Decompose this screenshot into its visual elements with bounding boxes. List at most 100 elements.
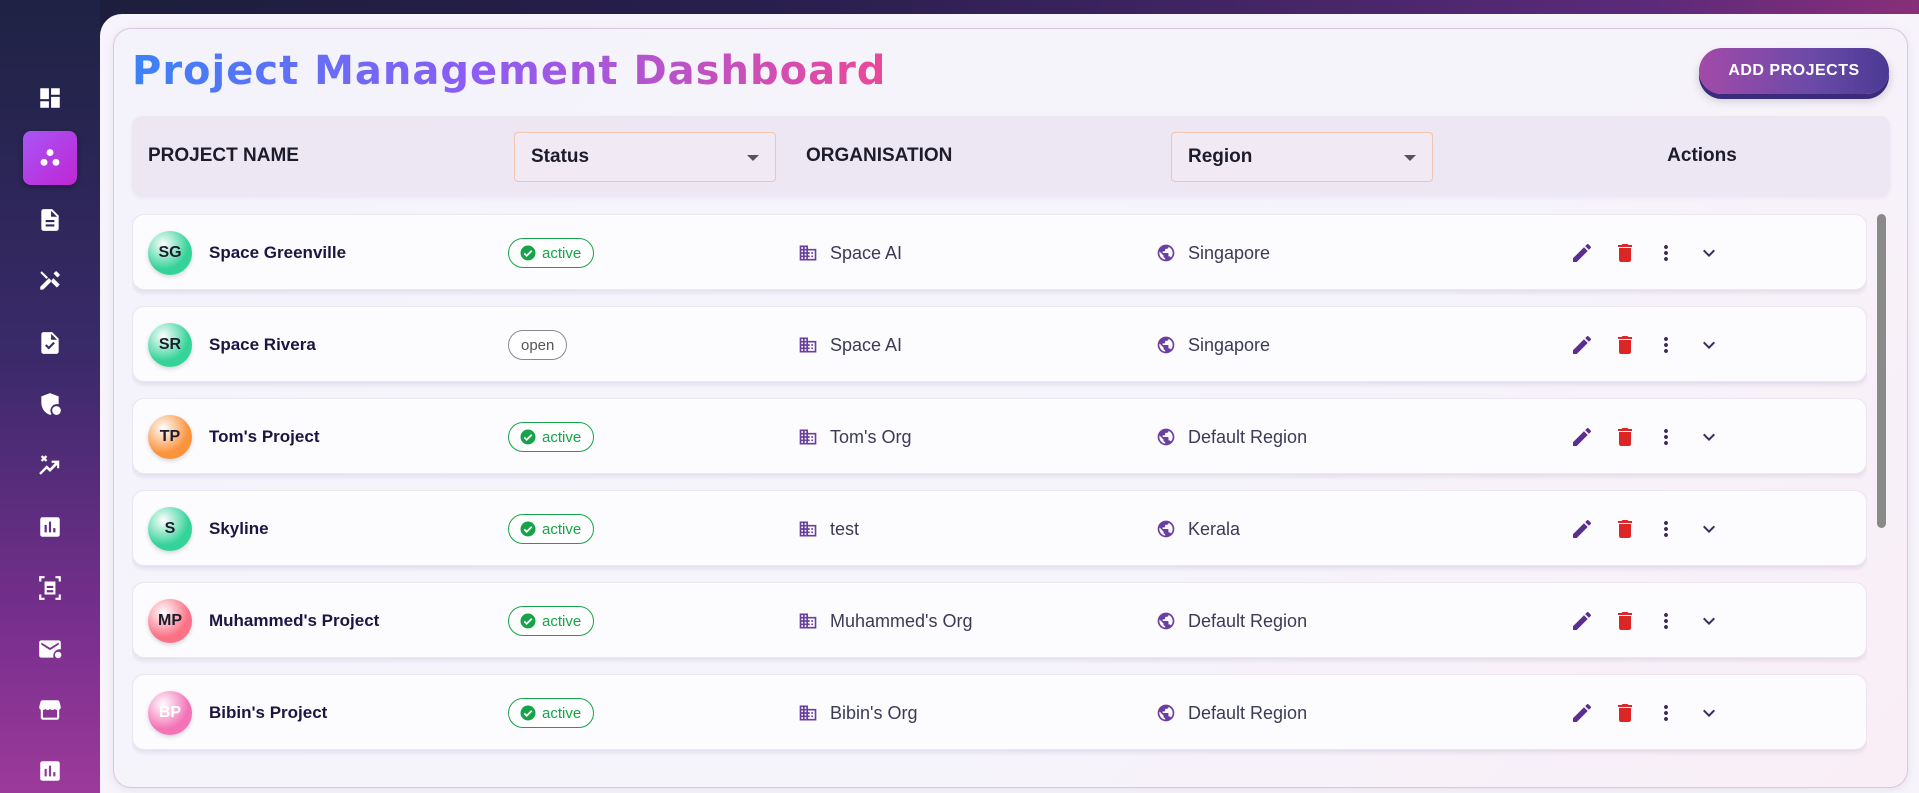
chevron-down-icon [1703,525,1715,533]
security-shield-icon [41,393,61,415]
chevron-down-icon [747,155,759,161]
edit-pencil-icon [1573,244,1591,262]
building-icon [799,429,817,445]
expand-button[interactable] [1697,241,1721,265]
sidebar-item-report-chart[interactable] [23,744,77,793]
sidebar-item-analytics[interactable] [23,438,77,492]
organisation-cell: Muhammed's Org [798,583,972,659]
column-actions: Actions [1667,145,1737,166]
project-name[interactable]: Space Greenville [209,215,346,291]
document-icon [41,209,59,231]
page-title: Project Management Dashboard [132,48,887,94]
region-name: Default Region [1188,610,1308,631]
delete-button[interactable] [1613,333,1637,357]
edit-button[interactable] [1570,701,1594,725]
document-scanner-icon [39,576,61,600]
more-options-button[interactable] [1654,425,1678,449]
check-circle-icon [520,429,536,445]
chevron-down-icon [1404,155,1416,161]
more-vertical-icon [1664,245,1668,261]
avatar-initials: BP [158,704,182,721]
avatar-initials: SG [158,244,182,261]
sidebar-item-reports[interactable] [23,500,77,554]
table-row[interactable]: SR Space Rivera open Space AI Singapore [132,306,1867,382]
more-options-button[interactable] [1654,241,1678,265]
delete-button[interactable] [1613,241,1637,265]
edit-button[interactable] [1570,425,1594,449]
edit-button[interactable] [1570,517,1594,541]
dashboard-icon [40,88,60,108]
expand-button[interactable] [1697,609,1721,633]
more-vertical-icon [1664,521,1668,537]
sidebar-item-store[interactable] [23,683,77,737]
more-options-button[interactable] [1654,701,1678,725]
table-row[interactable]: TP Tom's Project active Tom's Org Defaul… [132,398,1867,474]
chevron-down-icon [1703,617,1715,625]
status-badge: active [508,606,595,636]
project-name[interactable]: Tom's Project [209,399,319,475]
trash-icon [1618,336,1632,354]
edit-button[interactable] [1570,609,1594,633]
avatar: TP [148,415,192,459]
region-name: Default Region [1188,702,1308,723]
status-text: active [542,704,582,722]
table-row[interactable]: S Skyline active test Kerala [132,490,1867,566]
sidebar [0,0,100,793]
status-filter-select[interactable]: Status [514,132,776,182]
project-name[interactable]: Muhammed's Project [209,583,379,659]
edit-button[interactable] [1570,241,1594,265]
expand-button[interactable] [1697,517,1721,541]
edit-button[interactable] [1570,333,1594,357]
status-badge: active [508,422,595,452]
region-filter-label: Region [1188,146,1253,167]
project-name[interactable]: Space Rivera [209,307,316,383]
chevron-down-icon [1703,341,1715,349]
expand-button[interactable] [1697,425,1721,449]
table-row[interactable]: SG Space Greenville active Space AI Sing… [132,214,1867,290]
sidebar-item-design[interactable] [23,254,77,308]
status-filter-label: Status [531,146,590,167]
globe-icon [1157,704,1175,722]
table-row[interactable]: BP Bibin's Project active Bibin's Org De… [132,674,1867,750]
status-text: active [542,428,582,446]
project-name[interactable]: Bibin's Project [209,675,327,751]
table-row[interactable]: MP Muhammed's Project active Muhammed's … [132,582,1867,658]
expand-button[interactable] [1697,333,1721,357]
more-options-button[interactable] [1654,517,1678,541]
building-icon [799,337,817,353]
region-name: Kerala [1188,518,1241,539]
status-badge: active [508,514,595,544]
delete-button[interactable] [1613,517,1637,541]
store-icon [39,700,61,720]
region-filter-select[interactable]: Region [1171,132,1433,182]
scrollbar-thumb[interactable] [1877,214,1886,528]
sidebar-item-mail[interactable] [23,622,77,676]
more-options-button[interactable] [1654,333,1678,357]
sidebar-item-security[interactable] [23,377,77,431]
globe-icon [1157,244,1175,262]
avatar: SR [148,323,192,367]
delete-button[interactable] [1613,425,1637,449]
project-list: SG Space Greenville active Space AI Sing… [132,213,1867,768]
more-options-button[interactable] [1654,609,1678,633]
sidebar-item-projects[interactable] [23,131,77,185]
more-vertical-icon [1664,705,1668,721]
edit-pencil-icon [1573,612,1591,630]
sidebar-item-dashboard[interactable] [23,71,77,125]
design-tools-icon [40,271,60,290]
project-name[interactable]: Skyline [209,491,269,567]
delete-button[interactable] [1613,701,1637,725]
building-icon [799,245,817,261]
add-projects-button[interactable]: ADD PROJECTS [1699,48,1889,94]
region-cell: Singapore [1156,215,1270,291]
sidebar-item-scanner[interactable] [23,561,77,615]
trash-icon [1618,704,1632,722]
check-circle-icon [520,245,536,261]
sidebar-item-documents[interactable] [23,193,77,247]
sidebar-item-tasks[interactable] [23,316,77,370]
delete-button[interactable] [1613,609,1637,633]
expand-button[interactable] [1697,701,1721,725]
organisation-cell: Bibin's Org [798,675,917,751]
chevron-down-icon [1703,709,1715,717]
status-text: active [542,612,582,630]
